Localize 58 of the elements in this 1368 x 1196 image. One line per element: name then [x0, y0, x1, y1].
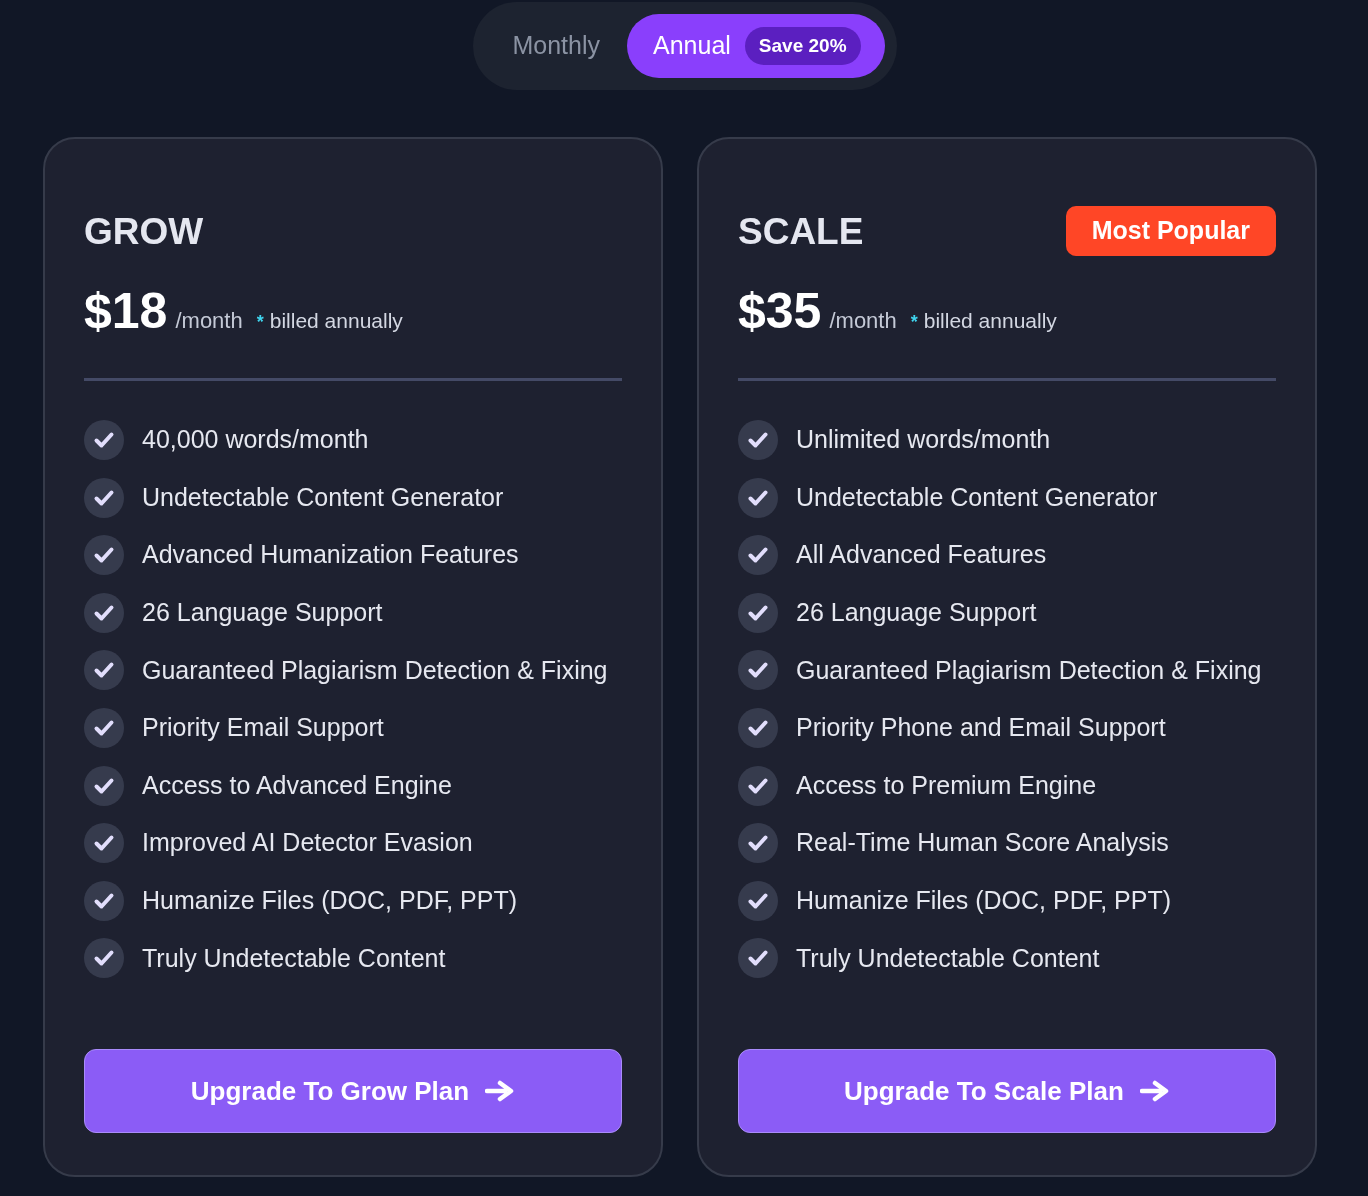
feature-text: Guaranteed Plagiarism Detection & Fixing: [142, 654, 608, 686]
feature-text: Humanize Files (DOC, PDF, PPT): [142, 885, 518, 916]
check-icon: [84, 535, 124, 576]
popular-badge: Most Popular: [1065, 206, 1276, 256]
note-asterisk: *: [910, 311, 918, 334]
arrow-right-icon: [485, 1080, 516, 1103]
upgrade-button[interactable]: Upgrade To Grow Plan: [84, 1049, 622, 1134]
billing-note: billed annually: [269, 308, 403, 334]
feature-text: 26 Language Support: [142, 597, 383, 629]
check-icon: [84, 592, 124, 633]
feature-text: 40,000 words/month: [142, 424, 369, 456]
plan-price: $35: [738, 286, 822, 336]
check-icon: [738, 592, 778, 633]
check-icon: [738, 938, 778, 979]
billing-option[interactable]: Monthly: [485, 14, 627, 78]
feature-text: Truly Undetectable Content: [796, 942, 1100, 974]
plan-price: $18: [84, 286, 168, 336]
arrow-right-icon: [1139, 1080, 1170, 1103]
check-icon: [84, 938, 124, 979]
check-icon: [84, 477, 124, 518]
check-icon: [738, 880, 778, 921]
price-period: /month: [175, 307, 243, 335]
check-icon: [84, 765, 124, 806]
feature-text: Improved AI Detector Evasion: [142, 827, 473, 859]
check-icon: [738, 535, 778, 576]
feature-text: Guaranteed Plagiarism Detection & Fixing: [796, 654, 1262, 686]
plan-name: GROW: [84, 212, 204, 250]
check-icon: [738, 477, 778, 518]
feature-text: All Advanced Features: [796, 539, 1047, 571]
feature-text: Priority Phone and Email Support: [796, 712, 1166, 744]
feature-text: 26 Language Support: [796, 597, 1037, 629]
check-icon: [738, 823, 778, 864]
feature-text: Undetectable Content Generator: [796, 481, 1158, 513]
check-icon: [84, 707, 124, 748]
feature-text: Undetectable Content Generator: [142, 481, 504, 513]
note-asterisk: *: [256, 311, 264, 334]
feature-text: Real-Time Human Score Analysis: [796, 827, 1169, 859]
feature-text: Humanize Files (DOC, PDF, PPT): [796, 885, 1172, 916]
plan-name: SCALE: [738, 212, 864, 250]
billing-note: billed annually: [923, 308, 1057, 334]
discount-badge: Save 20%: [744, 27, 861, 65]
check-icon: [738, 420, 778, 460]
check-icon: [84, 823, 124, 864]
check-icon: [84, 650, 124, 691]
feature-text: Unlimited words/month: [796, 424, 1051, 456]
feature-text: Priority Email Support: [142, 712, 384, 744]
upgrade-button[interactable]: Upgrade To Scale Plan: [738, 1049, 1276, 1134]
feature-text: Truly Undetectable Content: [142, 942, 446, 974]
feature-text: Access to Advanced Engine: [142, 769, 452, 801]
check-icon: [84, 420, 124, 460]
price-period: /month: [829, 307, 897, 335]
feature-text: Advanced Humanization Features: [142, 539, 519, 571]
billing-option[interactable]: Annual Save 20%: [627, 14, 885, 78]
check-icon: [738, 765, 778, 806]
check-icon: [738, 650, 778, 691]
check-icon: [738, 707, 778, 748]
check-icon: [84, 880, 124, 921]
feature-text: Access to Premium Engine: [796, 769, 1097, 801]
